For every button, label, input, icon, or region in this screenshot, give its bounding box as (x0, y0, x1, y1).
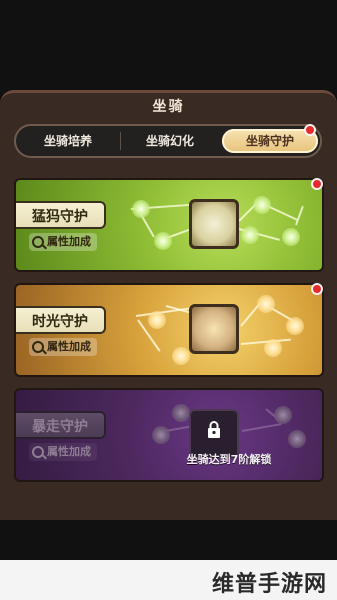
tab-mount-training[interactable]: 坐骑培养 (24, 129, 112, 153)
attribute-bonus-button[interactable]: 属性加成 (29, 443, 97, 461)
card-title: 猛犸守护 (16, 201, 106, 229)
time-guardian-portrait[interactable] (189, 304, 239, 354)
guard-node[interactable] (286, 317, 304, 335)
magnify-icon (32, 446, 44, 458)
guard-card-time[interactable]: 时光守护 属性加成 (14, 283, 324, 377)
attribute-bonus-button[interactable]: 属性加成 (29, 233, 97, 251)
guard-node (288, 430, 306, 448)
card-notification-dot (311, 283, 323, 295)
attribute-bonus-label: 属性加成 (47, 445, 91, 458)
card-notification-dot (311, 178, 323, 190)
guard-node (172, 404, 190, 422)
attribute-bonus-label: 属性加成 (47, 235, 91, 248)
node-link (241, 423, 282, 432)
guard-node[interactable] (264, 339, 282, 357)
tab-bar: 坐骑培养 坐骑幻化 坐骑守护 (14, 124, 322, 158)
mammoth-guardian-portrait[interactable] (189, 199, 239, 249)
tab-notification-dot (304, 124, 316, 136)
guard-node[interactable] (148, 311, 166, 329)
guard-node[interactable] (172, 347, 190, 365)
tab-divider (120, 132, 121, 150)
magnify-icon (32, 341, 44, 353)
guard-node[interactable] (154, 232, 172, 250)
magnify-icon (32, 236, 44, 248)
guard-node[interactable] (282, 228, 300, 246)
guard-card-rampage[interactable]: 暴走守护 属性加成 坐骑达到7阶解锁 (14, 388, 324, 482)
tab-mount-transform[interactable]: 坐骑幻化 (126, 129, 214, 153)
guard-node[interactable] (132, 200, 150, 218)
guard-node[interactable] (241, 226, 259, 244)
bottom-dark-strip (0, 520, 337, 560)
node-link (295, 205, 304, 226)
top-background (0, 0, 337, 96)
unlock-requirement-text: 坐骑达到7阶解锁 (186, 453, 272, 466)
guard-card-mammoth[interactable]: 猛犸守护 属性加成 (14, 178, 324, 272)
watermark-text: 维普手游网 (211, 572, 327, 597)
lock-icon (208, 421, 220, 438)
panel-title: 坐骑 (152, 99, 185, 115)
attribute-bonus-label: 属性加成 (47, 340, 91, 353)
attribute-bonus-button[interactable]: 属性加成 (29, 338, 97, 356)
guard-node (274, 406, 292, 424)
watermark-bar: 维普手游网 (0, 560, 337, 600)
guard-node[interactable] (257, 295, 275, 313)
card-title: 时光守护 (16, 306, 106, 334)
guard-node (152, 426, 170, 444)
card-title: 暴走守护 (16, 411, 106, 439)
guard-node[interactable] (253, 196, 271, 214)
